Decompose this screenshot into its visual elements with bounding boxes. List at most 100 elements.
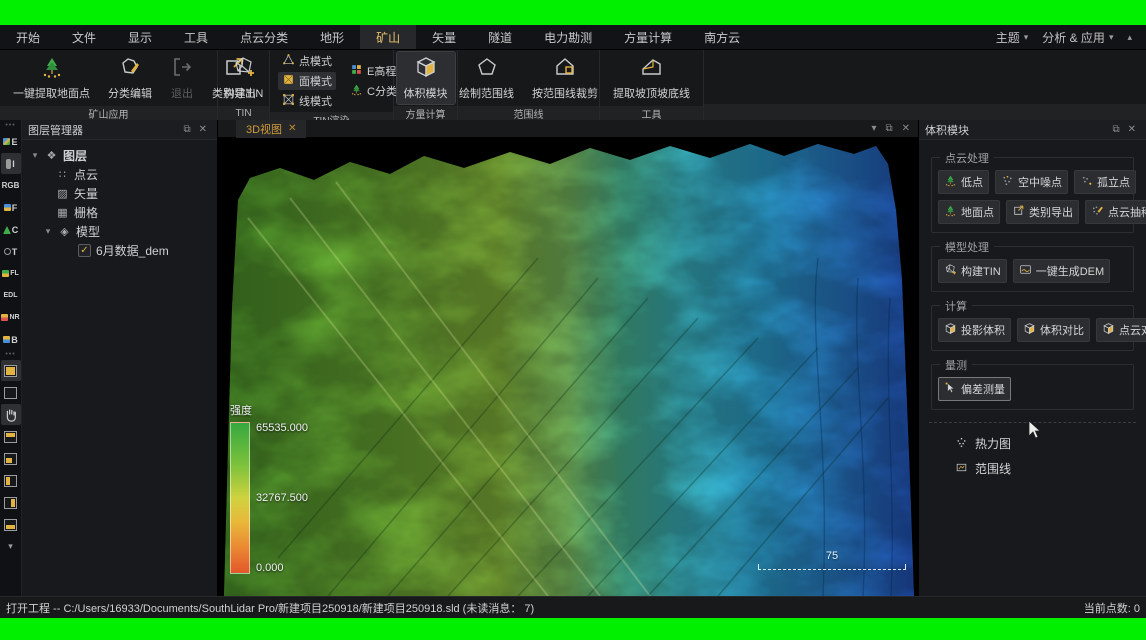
intensity-render-toggle[interactable]: I: [1, 153, 21, 174]
view-left-button[interactable]: [1, 470, 21, 491]
menu-item-vector[interactable]: 矢量: [416, 25, 472, 49]
ground-points-button[interactable]: 地面点: [938, 200, 1000, 224]
close-panel-icon[interactable]: ✕: [195, 124, 211, 135]
close-panel-icon[interactable]: ✕: [1124, 124, 1140, 135]
close-view-icon[interactable]: ✕: [902, 123, 910, 134]
tree-node-raster[interactable]: ▦ 栅格: [22, 203, 217, 222]
range-line-item[interactable]: 范围线: [955, 460, 1136, 477]
menu-item-display[interactable]: 显示: [112, 25, 168, 49]
tree-icon: [944, 174, 957, 190]
menu-item-tools[interactable]: 工具: [168, 25, 224, 49]
menu-item-file[interactable]: 文件: [56, 25, 112, 49]
box-select-icon: [4, 365, 17, 377]
toolbar-grip[interactable]: •••: [5, 122, 15, 130]
intensity-icon: [6, 159, 11, 169]
b-render-toggle[interactable]: B: [1, 329, 21, 350]
cube-right-face-icon: [4, 497, 17, 509]
deviation-measure-button[interactable]: 偏差测量: [938, 377, 1011, 401]
legend-min-value: 0.000: [256, 562, 308, 574]
analysis-app-menu[interactable]: 分析 & 应用 ▾: [1042, 29, 1113, 46]
ribbon-group-label: 矿山应用: [0, 106, 217, 121]
elevation-render-toggle[interactable]: E: [1, 131, 21, 152]
collapse-ribbon-icon[interactable]: ▴: [1127, 32, 1132, 43]
menu-item-tunnel[interactable]: 隧道: [472, 25, 528, 49]
terrain-3d-canvas[interactable]: 强度 65535.000 32767.500 0.000 75: [218, 138, 918, 596]
build-tin-button[interactable]: 构建TIN: [217, 52, 271, 104]
theme-menu[interactable]: 主题 ▾: [996, 29, 1029, 46]
restore-view-icon[interactable]: ⧉: [885, 123, 892, 134]
tree-node-model[interactable]: ▾ ◈ 模型: [22, 222, 217, 241]
float-panel-icon[interactable]: ⧉: [1108, 124, 1123, 135]
face-mode-icon: [282, 73, 295, 89]
tree-node-vector[interactable]: ▨ 矢量: [22, 184, 217, 203]
draw-range-line-button[interactable]: 绘制范围线: [452, 52, 521, 104]
hand-pan-icon: [3, 407, 18, 422]
fl-render-toggle[interactable]: FL: [1, 263, 21, 284]
view-bottom-button[interactable]: [1, 514, 21, 535]
volume-compare-button[interactable]: 体积对比: [1017, 318, 1090, 342]
build-tin-icon: [944, 263, 957, 279]
status-point-count: 当前点数: 0: [1084, 600, 1140, 616]
ribbon-group-tin-render: 点模式 面模式 线模式 E高程渲染 C分类渲染: [270, 50, 394, 120]
group-calculation: 计算 投影体积 体积对比 点云对比: [931, 305, 1134, 351]
tree-node-dem-layer[interactable]: ✓ 6月数据_dem: [22, 241, 217, 260]
nr-render-toggle[interactable]: NR: [1, 307, 21, 328]
view-right-button[interactable]: [1, 492, 21, 513]
cube-view-tool[interactable]: [1, 382, 21, 403]
layer-visibility-checkbox[interactable]: ✓: [78, 244, 91, 257]
legend-title: 强度: [230, 402, 308, 418]
low-points-button[interactable]: 低点: [938, 170, 989, 194]
tab-list-dropdown-icon[interactable]: ▾: [871, 123, 876, 134]
model-icon: ◈: [58, 225, 71, 238]
edl-render-toggle[interactable]: EDL: [1, 285, 21, 306]
pointcloud-compare-button[interactable]: 点云对比: [1096, 318, 1146, 342]
category-export-button[interactable]: 类别导出: [1006, 200, 1079, 224]
menu-item-mine[interactable]: 矿山: [360, 25, 416, 49]
menu-item-pointcloud-classify[interactable]: 点云分类: [224, 25, 304, 49]
build-tin-button[interactable]: 构建TIN: [938, 259, 1007, 283]
classify-edit-button[interactable]: 分类编辑: [101, 52, 159, 104]
isolated-points-button[interactable]: 孤立点: [1074, 170, 1136, 194]
menu-item-terrain[interactable]: 地形: [304, 25, 360, 49]
tree-node-layers[interactable]: ▾ ❖ 图层: [22, 146, 217, 165]
expander-icon[interactable]: ▾: [43, 226, 53, 237]
tab-3d-view[interactable]: 3D视图 ✕: [236, 120, 306, 138]
tree-icon: [40, 55, 64, 82]
generate-dem-button[interactable]: 一键生成DEM: [1013, 259, 1110, 283]
class-render-toggle[interactable]: C: [1, 219, 21, 240]
rgb-render-toggle[interactable]: RGB: [1, 175, 21, 196]
menu-item-power-survey[interactable]: 电力勘测: [528, 25, 608, 49]
view-front-button[interactable]: [1, 448, 21, 469]
view-top-button[interactable]: [1, 426, 21, 447]
clip-by-range-line-button[interactable]: 按范围线裁剪: [525, 52, 605, 104]
menu-item-south-cloud[interactable]: 南方云: [688, 25, 756, 49]
tree-node-pointcloud[interactable]: ∷ 点云: [22, 165, 217, 184]
extract-slope-lines-button[interactable]: 提取坡顶坡底线: [606, 52, 697, 104]
vector-icon: ▨: [56, 187, 69, 200]
flight-render-toggle[interactable]: F: [1, 197, 21, 218]
close-tab-icon[interactable]: ✕: [288, 123, 296, 134]
layer-panel-title: 图层管理器: [28, 122, 83, 138]
time-render-toggle[interactable]: T: [1, 241, 21, 262]
point-mode-button[interactable]: 点模式: [278, 52, 336, 70]
heatmap-item[interactable]: 热力图: [955, 435, 1136, 452]
heatmap-dots-icon: [955, 436, 968, 452]
extract-ground-points-button[interactable]: 一键提取地面点: [6, 52, 97, 104]
view-tab-bar: 3D视图 ✕ ▾ ⧉ ✕: [218, 120, 918, 138]
pan-tool[interactable]: [1, 404, 21, 425]
menu-item-volume-calc[interactable]: 方量计算: [608, 25, 688, 49]
projected-volume-button[interactable]: 投影体积: [938, 318, 1011, 342]
ribbon-group-range-line: 绘制范围线 按范围线裁剪 范围线: [458, 50, 600, 120]
menu-item-start[interactable]: 开始: [0, 25, 56, 49]
expander-icon[interactable]: ▾: [30, 150, 40, 161]
legend-mid-value: 32767.500: [256, 492, 308, 504]
pointcloud-thinning-button[interactable]: 点云抽稀: [1085, 200, 1146, 224]
select-box-tool[interactable]: [1, 360, 21, 381]
toolbar-grip[interactable]: •••: [5, 351, 15, 359]
float-panel-icon[interactable]: ⧉: [179, 124, 194, 135]
line-mode-button[interactable]: 线模式: [278, 92, 336, 110]
air-noise-button[interactable]: 空中噪点: [995, 170, 1068, 194]
toolbar-more-chevron[interactable]: ▾: [1, 536, 21, 557]
volume-module-button[interactable]: 体积模块: [397, 52, 455, 104]
face-mode-button[interactable]: 面模式: [278, 72, 336, 90]
